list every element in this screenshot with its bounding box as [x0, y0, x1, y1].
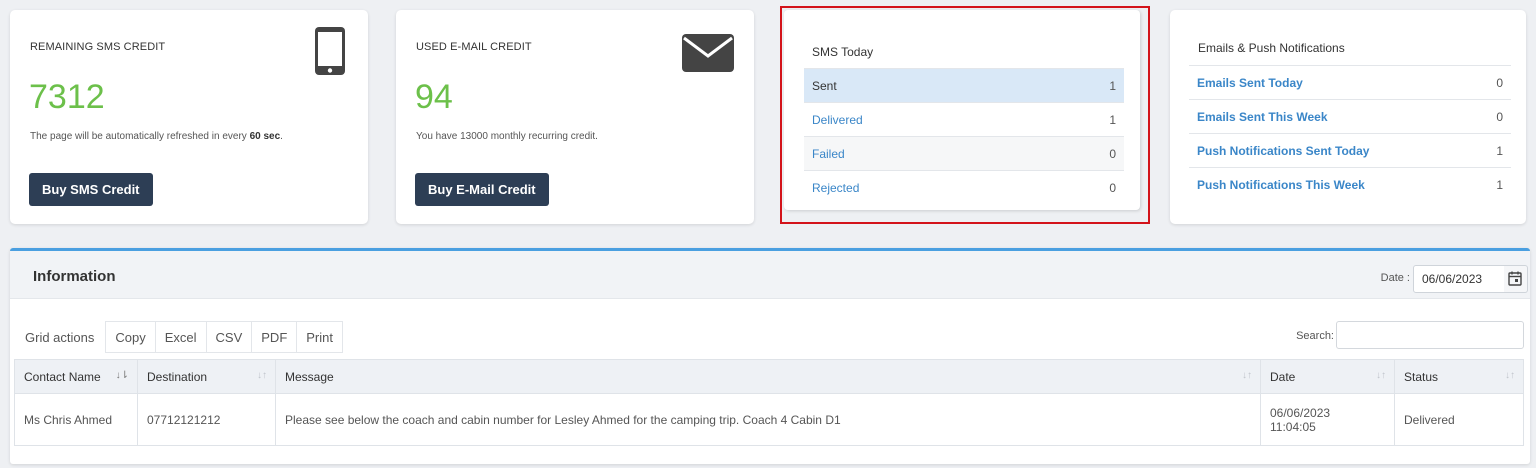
table-header-row: Contact Name ↓⇂ Destination ↓↑ Message ↓↑ D… — [14, 359, 1524, 394]
sms-credit-card: REMAINING SMS CREDIT 7312 The page will … — [10, 10, 368, 224]
csv-button[interactable]: CSV — [206, 321, 253, 353]
table-row[interactable]: Ms Chris Ahmed 07712121212 Please see be… — [14, 393, 1524, 446]
column-label: Contact Name — [24, 369, 101, 384]
information-panel: Information Date : 06/06/2023 Grid actio… — [10, 248, 1530, 464]
grid-actions-toolbar: Grid actions Copy Excel CSV PDF Print — [14, 321, 343, 353]
column-label: Date — [1270, 369, 1296, 384]
date-input[interactable]: 06/06/2023 — [1413, 265, 1505, 293]
stat-row-push-week[interactable]: Push Notifications This Week 1 — [1189, 167, 1511, 202]
stat-value: 1 — [1042, 68, 1124, 103]
search-input[interactable] — [1336, 321, 1524, 349]
smartphone-icon — [314, 26, 346, 81]
messages-table: Contact Name ↓⇂ Destination ↓↑ Message ↓↑ D… — [14, 359, 1524, 446]
stat-value: 1 — [1476, 167, 1511, 202]
stat-row-push-today[interactable]: Push Notifications Sent Today 1 — [1189, 133, 1511, 168]
sort-icon: ↓↑ — [1376, 370, 1386, 381]
stat-label[interactable]: Delivered — [804, 102, 1043, 137]
emails-push-card: Emails & Push Notifications Emails Sent … — [1170, 10, 1526, 224]
sort-icon: ↓↑ — [257, 370, 267, 381]
stat-label[interactable]: Push Notifications This Week — [1189, 167, 1477, 202]
stat-value: 0 — [1042, 170, 1124, 205]
calendar-icon — [1504, 271, 1526, 296]
information-header: Information Date : 06/06/2023 — [10, 251, 1530, 299]
stat-row-delivered[interactable]: Delivered 1 — [804, 102, 1124, 137]
cell-date-time: 11:04:05 — [1270, 419, 1316, 434]
column-header-destination[interactable]: Destination ↓↑ — [137, 359, 276, 394]
search-label: Search: — [1296, 330, 1334, 342]
email-credit-card: USED E-MAIL CREDIT 94 You have 13000 mon… — [396, 10, 754, 224]
cell-destination: 07712121212 — [137, 393, 276, 446]
email-credit-label: USED E-MAIL CREDIT — [416, 41, 532, 53]
column-label: Status — [1404, 369, 1439, 384]
stat-value: 0 — [1042, 136, 1124, 171]
stat-row-emails-week[interactable]: Emails Sent This Week 0 — [1189, 99, 1511, 134]
column-label: Destination — [147, 369, 208, 384]
emails-push-table: Emails Sent Today 0 Emails Sent This Week… — [1189, 65, 1511, 202]
stat-value: 0 — [1476, 65, 1511, 100]
column-header-contact-name[interactable]: Contact Name ↓⇂ — [14, 359, 138, 394]
sms-today-title: SMS Today — [812, 45, 874, 59]
cell-status: Delivered — [1394, 393, 1524, 446]
stat-label[interactable]: Emails Sent Today — [1189, 65, 1477, 100]
stat-row-rejected[interactable]: Rejected 0 — [804, 170, 1124, 205]
stat-row-emails-today[interactable]: Emails Sent Today 0 — [1189, 65, 1511, 100]
sms-refresh-note: The page will be automatically refreshed… — [30, 131, 283, 142]
cell-message: Please see below the coach and cabin num… — [275, 393, 1261, 446]
email-credit-value: 94 — [415, 78, 453, 116]
sms-credit-label: REMAINING SMS CREDIT — [30, 41, 166, 53]
sort-icon: ↓↑ — [1242, 370, 1252, 381]
sort-ascending-icon: ↓⇂ — [115, 370, 129, 381]
cell-date: 06/06/2023 11:04:05 — [1260, 393, 1395, 446]
print-button[interactable]: Print — [297, 321, 343, 353]
stat-label[interactable]: Rejected — [804, 170, 1043, 205]
stat-value: 0 — [1476, 99, 1511, 134]
stat-label[interactable]: Emails Sent This Week — [1189, 99, 1477, 134]
excel-button[interactable]: Excel — [155, 321, 207, 353]
stat-value: 1 — [1476, 133, 1511, 168]
grid-actions-label: Grid actions — [25, 330, 95, 345]
sms-today-table: Sent 1 Delivered 1 Failed 0 Rejected 0 — [804, 68, 1124, 205]
cell-date-day: 06/06/2023 — [1270, 405, 1331, 420]
pdf-button[interactable]: PDF — [252, 321, 298, 353]
column-header-message[interactable]: Message ↓↑ — [275, 359, 1261, 394]
column-label: Message — [285, 369, 334, 384]
cell-contact-name: Ms Chris Ahmed — [14, 393, 138, 446]
stat-row-sent[interactable]: Sent 1 — [804, 68, 1124, 103]
date-label: Date : — [1380, 272, 1410, 284]
sms-today-card: SMS Today Sent 1 Delivered 1 Failed 0 Rejec… — [780, 6, 1150, 224]
buy-email-credit-button[interactable]: Buy E-Mail Credit — [415, 173, 549, 206]
stat-label[interactable]: Sent — [804, 68, 1043, 103]
sort-icon: ↓↑ — [1505, 370, 1515, 381]
email-credit-note: You have 13000 monthly recurring credit. — [416, 131, 598, 142]
column-header-status[interactable]: Status ↓↑ — [1394, 359, 1524, 394]
emails-push-title: Emails & Push Notifications — [1198, 41, 1345, 55]
stat-label[interactable]: Failed — [804, 136, 1043, 171]
sms-credit-value: 7312 — [29, 78, 105, 116]
calendar-button[interactable] — [1504, 265, 1528, 293]
stat-row-failed[interactable]: Failed 0 — [804, 136, 1124, 171]
stat-label[interactable]: Push Notifications Sent Today — [1189, 133, 1477, 168]
column-header-date[interactable]: Date ↓↑ — [1260, 359, 1395, 394]
stat-value: 1 — [1042, 102, 1124, 137]
buy-sms-credit-button[interactable]: Buy SMS Credit — [29, 173, 153, 206]
information-title: Information — [33, 268, 116, 285]
copy-button[interactable]: Copy — [105, 321, 156, 353]
envelope-icon — [682, 34, 734, 77]
